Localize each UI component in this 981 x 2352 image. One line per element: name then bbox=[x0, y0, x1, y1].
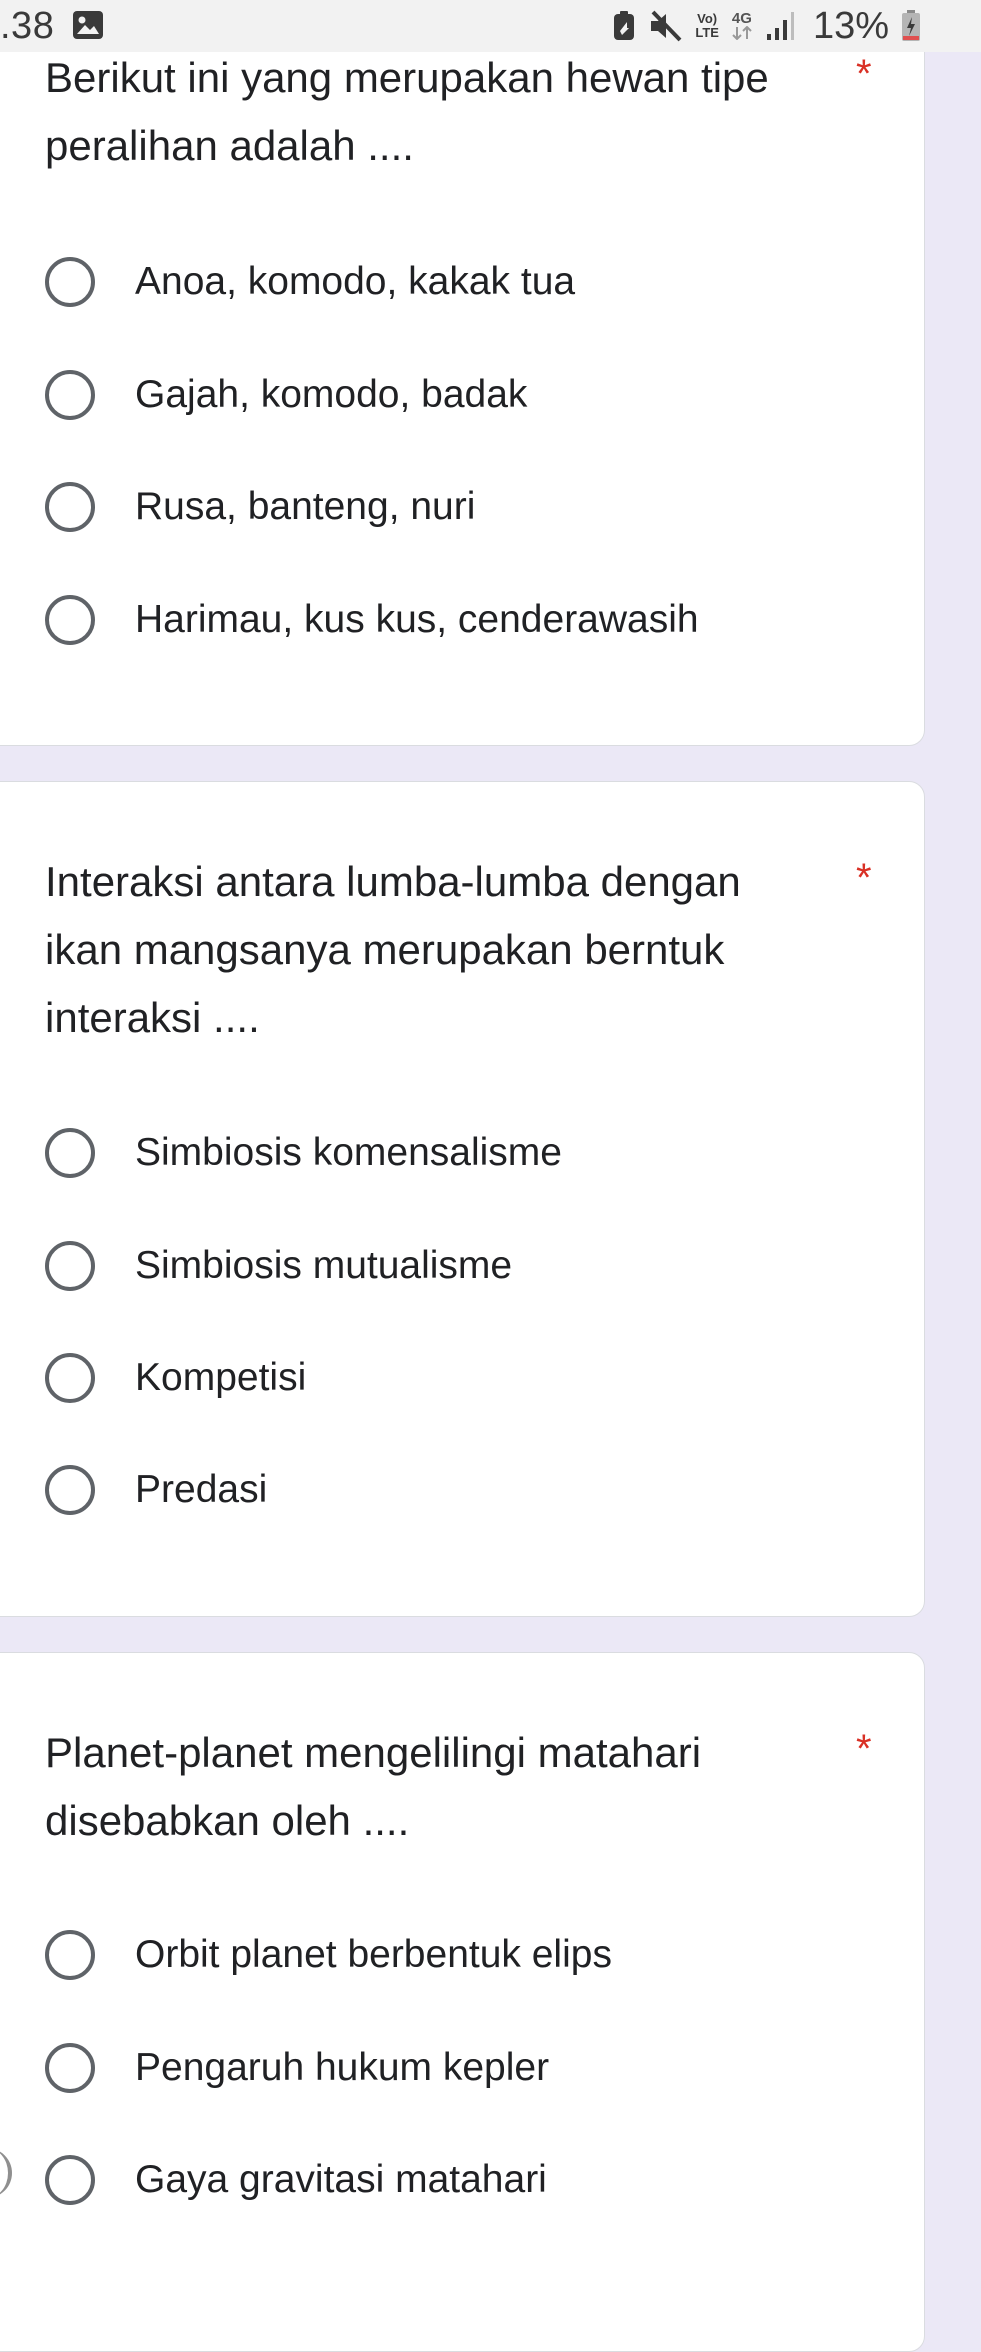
battery-percentage: 13% bbox=[812, 5, 889, 47]
option-label: Gajah, komodo, badak bbox=[135, 373, 528, 416]
radio-button[interactable] bbox=[45, 482, 95, 532]
battery-charging-icon bbox=[901, 10, 921, 42]
network-4g-icon: 4G bbox=[731, 10, 753, 40]
option-label: Orbit planet berbentuk elips bbox=[135, 1933, 612, 1976]
option-harimau-kuskus-cenderawasih[interactable]: Harimau, kus kus, cenderawasih bbox=[45, 590, 699, 650]
option-simbiosis-mutualisme[interactable]: Simbiosis mutualisme bbox=[45, 1236, 512, 1296]
option-gajah-komodo-badak[interactable]: Gajah, komodo, badak bbox=[45, 365, 527, 425]
radio-button[interactable] bbox=[45, 1353, 95, 1403]
option-label: Pengaruh hukum kepler bbox=[135, 2046, 550, 2089]
option-label: Simbiosis komensalisme bbox=[135, 1131, 562, 1174]
option-label: Simbiosis mutualisme bbox=[135, 1244, 513, 1287]
radio-button[interactable] bbox=[45, 370, 95, 420]
option-anoa-komodo-kakak-tua[interactable]: Anoa, komodo, kakak tua bbox=[45, 252, 575, 312]
option-predasi[interactable]: Predasi bbox=[45, 1460, 267, 1520]
option-hukum-kepler[interactable]: Pengaruh hukum kepler bbox=[45, 2038, 549, 2098]
volte-top-label: Vo) bbox=[697, 11, 718, 26]
option-orbit-planet-elips[interactable]: Orbit planet berbentuk elips bbox=[45, 1925, 612, 1985]
question-1-line-2: peralihan adalah .... bbox=[45, 122, 414, 169]
question-1-line-1: Berikut ini yang merupakan hewan tipe bbox=[45, 54, 769, 101]
radio-button[interactable] bbox=[45, 257, 95, 307]
option-label: Anoa, komodo, kakak tua bbox=[135, 260, 576, 303]
radio-button[interactable] bbox=[45, 1465, 95, 1515]
option-label: Kompetisi bbox=[135, 1356, 307, 1399]
option-rusa-banteng-nuri[interactable]: Rusa, banteng, nuri bbox=[45, 477, 475, 537]
volte-icon: Vo) LTE bbox=[695, 12, 719, 40]
data-saver-icon bbox=[613, 11, 635, 41]
radio-button[interactable] bbox=[45, 1241, 95, 1291]
volte-bottom-label: LTE bbox=[695, 25, 719, 40]
question-3-line-2: disebabkan oleh .... bbox=[45, 1797, 410, 1844]
radio-button[interactable] bbox=[45, 2155, 95, 2205]
option-label: Rusa, banteng, nuri bbox=[135, 485, 476, 528]
radio-button[interactable] bbox=[45, 2043, 95, 2093]
question-2-line-1: Interaksi antara lumba-lumba dengan bbox=[45, 858, 741, 905]
question-3-text: Planet-planet mengelilingi matahari dise… bbox=[45, 1719, 805, 1855]
radio-button[interactable] bbox=[45, 1128, 95, 1178]
status-bar: .38 Vo) LTE 4G 13% bbox=[0, 0, 981, 52]
network-type-label: 4G bbox=[731, 10, 752, 27]
option-simbiosis-komensalisme[interactable]: Simbiosis komensalisme bbox=[45, 1123, 562, 1183]
question-2-line-3: interaksi .... bbox=[45, 994, 260, 1041]
question-2-line-2: ikan mangsanya merupakan berntuk bbox=[45, 926, 725, 973]
question-3-line-1: Planet-planet mengelilingi matahari bbox=[45, 1729, 702, 1776]
question-1-text: Berikut ini yang merupakan hewan tipe pe… bbox=[45, 44, 805, 180]
mute-icon bbox=[647, 9, 683, 43]
required-asterisk: * bbox=[856, 856, 872, 900]
option-kompetisi[interactable]: Kompetisi bbox=[45, 1348, 306, 1408]
signal-strength-icon bbox=[765, 10, 795, 42]
question-2-text: Interaksi antara lumba-lumba dengan ikan… bbox=[45, 848, 805, 1052]
option-label: Gaya gravitasi matahari bbox=[135, 2158, 547, 2201]
option-label: Predasi bbox=[135, 1468, 268, 1511]
required-asterisk: * bbox=[856, 52, 872, 96]
status-time: .38 bbox=[0, 5, 55, 47]
option-label: Harimau, kus kus, cenderawasih bbox=[135, 598, 699, 641]
gallery-notification-icon bbox=[72, 10, 104, 40]
status-icons: Vo) LTE 4G 13% bbox=[613, 4, 921, 48]
required-asterisk: * bbox=[856, 1727, 872, 1771]
radio-button[interactable] bbox=[45, 1930, 95, 1980]
radio-button[interactable] bbox=[45, 595, 95, 645]
option-gaya-gravitasi-matahari[interactable]: Gaya gravitasi matahari bbox=[45, 2150, 547, 2210]
